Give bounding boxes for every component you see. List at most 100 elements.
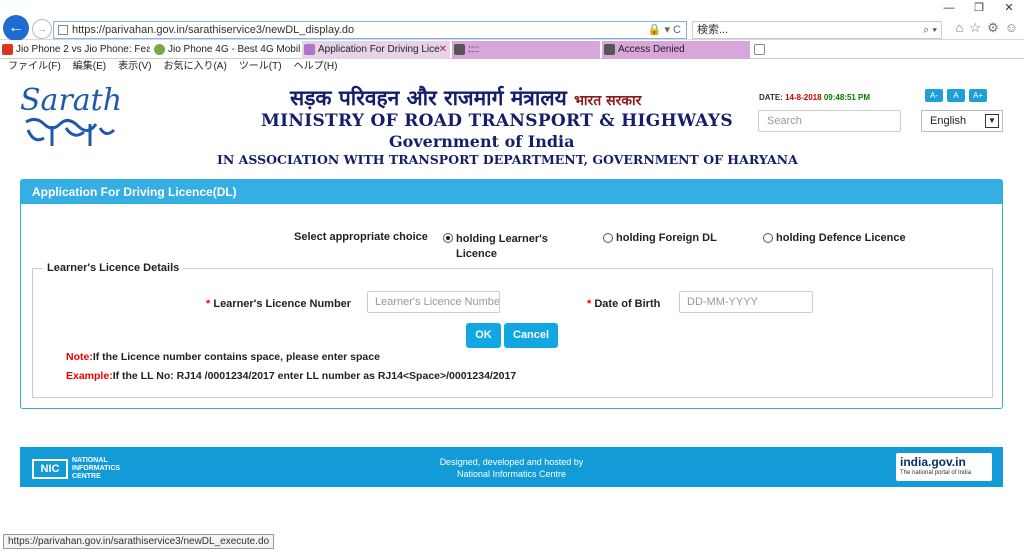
bharat-sarkar-text: भारत सरकार [574,93,642,109]
browser-search-field[interactable]: 検索... ⌕ ▾ [692,21,942,39]
back-button[interactable]: ← [3,15,29,41]
chevron-down-icon[interactable]: ▼ [985,114,999,128]
toolbar-icons: ⌂ ☆ ⚙ ☺ [956,20,1018,36]
close-window-button[interactable]: ✕ [994,0,1024,16]
india-gov-logo[interactable]: india.gov.in The national portal of Indi… [896,453,992,481]
browser-search-placeholder: 検索... [697,24,729,36]
panel-title: Application For Driving Licence(DL) [21,180,1002,204]
radio-label: holding Defence Licence [776,232,906,244]
globe-icon [154,44,165,55]
minimize-button[interactable]: — [934,0,964,16]
font-size-controls: A- A A+ [925,89,987,102]
note-text: Note:If the Licence number contains spac… [66,351,380,363]
note-key: Note: [66,351,93,363]
language-select[interactable]: English ▼ [921,110,1003,132]
status-bar: https://parivahan.gov.in/sarathiservice3… [3,534,275,549]
new-tab-button[interactable] [752,41,768,59]
date-value: 14-8-2018 [785,93,822,102]
logo-text: Sarathi [20,83,123,118]
page-icon [604,44,615,55]
menu-favorites[interactable]: お気に入り(A) [163,60,226,74]
tab-label: Jio Phone 4G - Best 4G Mobile ... [168,44,300,55]
tab-label: Access Denied [618,44,685,55]
radio-foreign-dl[interactable]: holding Foreign DL [603,232,717,244]
india-gov-text: india.gov.in [900,455,966,469]
radio-defence-licence[interactable]: holding Defence Licence [763,232,906,244]
radio-learners-licence[interactable]: holding Learner's Licence [443,232,553,262]
tab-label: Jio Phone 2 vs Jio Phone: Featu... [16,44,150,55]
window-controls: — ❐ ✕ [934,0,1024,16]
menu-view[interactable]: 表示(V) [118,60,151,74]
dob-label: * Date of Birth [587,298,660,310]
gear-icon[interactable]: ⚙ [987,20,999,36]
tab-bar: Jio Phone 2 vs Jio Phone: Featu... Jio P… [0,40,1024,59]
new-tab-icon [754,44,765,55]
dob-label-text: Date of Birth [594,298,661,310]
designed-line-1: Designed, developed and hosted by [439,457,584,467]
tab-colons[interactable]: :::: [452,41,600,59]
tab-jio-phone-4g[interactable]: Jio Phone 4G - Best 4G Mobile ... [152,41,300,59]
page-icon [454,44,465,55]
url-field[interactable]: https://parivahan.gov.in/sarathiservice3… [53,21,687,39]
forward-button[interactable]: → [32,19,52,39]
restore-button[interactable]: ❐ [964,0,994,16]
menu-file[interactable]: ファイル(F) [8,60,61,74]
date-label: DATE: [759,93,783,102]
tab-access-denied[interactable]: Access Denied [602,41,750,59]
home-icon[interactable]: ⌂ [956,20,964,36]
font-decrease-button[interactable]: A- [925,89,943,102]
tab-jio-phone-2[interactable]: Jio Phone 2 vs Jio Phone: Featu... [0,41,150,59]
address-bar-area: ← → https://parivahan.gov.in/sarathiserv… [0,0,1024,41]
search-icon[interactable]: ⌕ ▾ [923,22,937,38]
ministry-hindi-title: सड़क परिवहन और राजमार्ग मंत्रालय भारत सर… [290,84,641,112]
font-increase-button[interactable]: A+ [969,89,987,102]
designed-by-text: Designed, developed and hosted by Nation… [20,456,1003,480]
dob-input[interactable]: DD-MM-YYYY [679,291,813,313]
radio-empty-icon [603,233,613,243]
india-gov-subtext: The national portal of India [900,470,972,476]
page-icon [304,44,315,55]
favorites-star-icon[interactable]: ☆ [969,20,981,36]
site-search-input[interactable]: Search [758,110,901,132]
ministry-hindi-text: सड़क परिवहन और राजमार्ग मंत्रालय [290,86,567,110]
radio-label: holding Foreign DL [616,232,717,244]
page-icon [58,25,68,35]
page-footer: NIC NATIONAL INFORMATICS CENTRE Designed… [20,447,1003,487]
cancel-button[interactable]: Cancel [504,323,558,348]
menu-tools[interactable]: ツール(T) [239,60,282,74]
ok-button[interactable]: OK [466,323,501,348]
font-normal-button[interactable]: A [947,89,965,102]
close-tab-icon[interactable]: ✕ [439,41,447,58]
choice-label: Select appropriate choice [294,231,428,243]
government-title: Government of India [389,132,575,151]
example-key: Example: [66,370,113,382]
radio-label: holding Learner's Licence [456,233,548,260]
sarathi-logo[interactable]: Sarathi [18,82,132,152]
tab-label: Application For Driving Lice [318,44,440,55]
time-value: 09:48:51 PM [823,93,871,102]
radio-selected-icon [443,233,453,243]
designed-line-2: National Informatics Centre [456,469,567,479]
association-title: IN ASSOCIATION WITH TRANSPORT DEPARTMENT… [217,152,798,167]
ll-number-input[interactable]: Learner's Licence Number [367,291,500,313]
menu-edit[interactable]: 編集(E) [73,60,106,74]
required-mark: * [587,298,592,310]
url-controls[interactable]: 🔒 ▾ C [648,22,681,38]
menu-bar: ファイル(F) 編集(E) 表示(V) お気に入り(A) ツール(T) ヘルプ(… [0,60,1024,74]
date-display: DATE: 14-8-2018 09:48:51 PM [759,93,870,102]
smiley-icon[interactable]: ☺ [1005,20,1018,36]
example-text: Example:If the LL No: RJ14 /0001234/2017… [66,370,516,382]
site-favicon-icon [2,44,13,55]
menu-help[interactable]: ヘルプ(H) [294,60,338,74]
ll-number-label: * Learner's Licence Number [206,298,351,310]
tab-label: :::: [468,44,480,55]
section-legend: Learner's Licence Details [43,262,184,274]
required-mark: * [206,298,211,310]
note-body: If the Licence number contains space, pl… [92,351,380,363]
tab-application-driving-licence[interactable]: Application For Driving Lice ✕ [302,41,450,59]
example-body: If the LL No: RJ14 /0001234/2017 enter L… [112,370,517,382]
ministry-english-title: MINISTRY OF ROAD TRANSPORT & HIGHWAYS [261,111,733,131]
radio-empty-icon [763,233,773,243]
ll-number-label-text: Learner's Licence Number [213,298,352,310]
language-value: English [930,115,967,127]
